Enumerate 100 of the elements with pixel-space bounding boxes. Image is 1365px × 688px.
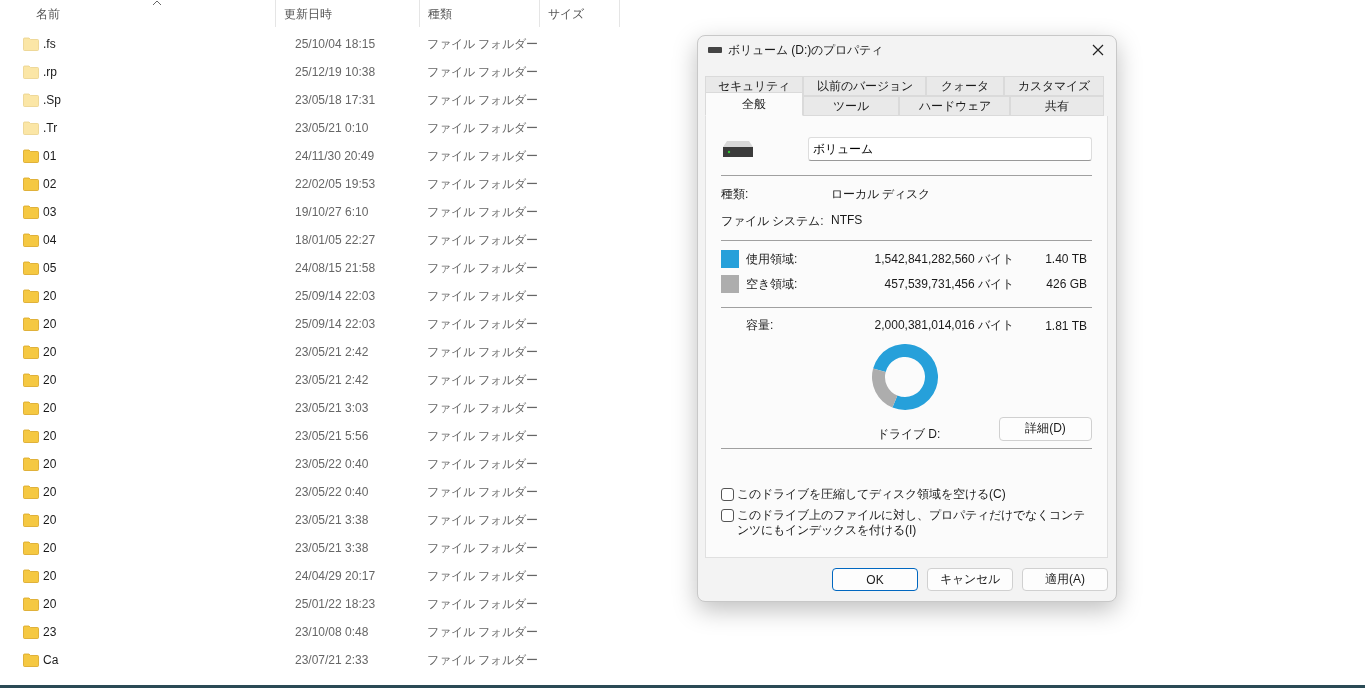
file-type: ファイル フォルダー <box>427 651 539 669</box>
file-type: ファイル フォルダー <box>427 35 539 53</box>
modified-date: 23/05/21 3:38 <box>294 541 370 555</box>
info-value: ローカル ディスク <box>831 186 931 203</box>
modified-date: 23/05/21 3:38 <box>294 513 370 527</box>
modified-date: 23/05/18 17:31 <box>294 93 377 107</box>
file-type: ファイル フォルダー <box>427 483 539 501</box>
file-name[interactable]: .fs <box>43 37 56 51</box>
drive-icon <box>708 47 722 53</box>
checkbox-label: このドライブ上のファイルに対し、プロパティだけでなくコンテンツにもインデックスを付ける(I) <box>737 508 1086 538</box>
size-value: 426 GB <box>1045 277 1088 291</box>
file-type: ファイル フォルダー <box>427 511 539 529</box>
checkbox-label: このドライブを圧縮してディスク領域を空ける(C) <box>737 487 1006 502</box>
file-name[interactable]: .rp <box>43 65 57 79</box>
modified-date: 25/12/19 10:38 <box>294 65 377 79</box>
file-type: ファイル フォルダー <box>427 595 539 613</box>
file-name[interactable]: 01 <box>43 149 57 163</box>
file-name[interactable]: .Tr <box>43 121 58 135</box>
column-header[interactable]: サイズ <box>540 0 620 27</box>
modified-date: 23/05/21 2:42 <box>294 345 370 359</box>
modified-date: 25/09/14 22:03 <box>294 317 377 331</box>
dialog-button[interactable]: 適用(A) <box>1022 568 1108 591</box>
byte-count: 457,539,731,456 バイト <box>883 275 1014 293</box>
details-button[interactable]: 詳細(D) <box>999 416 1092 441</box>
file-name[interactable]: 20 <box>43 541 57 555</box>
file-type: ファイル フォルダー <box>427 63 539 81</box>
file-name[interactable]: 03 <box>43 205 57 219</box>
file-name[interactable]: 20 <box>43 429 57 443</box>
tab[interactable]: カスタマイズ <box>1004 76 1104 96</box>
file-name[interactable]: Ca <box>43 653 59 667</box>
file-type: ファイル フォルダー <box>427 203 539 221</box>
info-value: NTFS <box>831 213 863 229</box>
modified-date: 23/05/21 0:10 <box>294 121 370 135</box>
size-value: 1.40 TB <box>1044 252 1088 266</box>
byte-count: 1,542,841,282,560 バイト <box>873 250 1014 268</box>
file-name[interactable]: 23 <box>43 625 57 639</box>
dialog-title: ボリューム (D:)のプロパティ <box>728 41 885 59</box>
file-name[interactable]: 20 <box>43 317 57 331</box>
file-name[interactable]: 20 <box>43 401 57 415</box>
column-header[interactable]: 更新日時 <box>276 0 420 27</box>
file-type: ファイル フォルダー <box>427 315 539 333</box>
space-label: 使用領域: <box>746 250 799 268</box>
modified-date: 18/01/05 22:27 <box>294 233 377 247</box>
modified-date: 23/05/21 5:56 <box>294 429 370 443</box>
checkbox[interactable] <box>721 488 734 501</box>
column-header[interactable]: 名前 <box>0 0 276 27</box>
sort-caret-icon <box>151 0 162 6</box>
modified-date: 23/05/21 2:42 <box>294 373 370 387</box>
file-type: ファイル フォルダー <box>427 147 539 165</box>
file-type: ファイル フォルダー <box>427 623 539 641</box>
modified-date: 23/10/08 0:48 <box>294 625 370 639</box>
file-name[interactable]: 20 <box>43 289 57 303</box>
modified-date: 22/02/05 19:53 <box>294 177 377 191</box>
column-header[interactable]: 種類 <box>420 0 540 27</box>
file-name[interactable]: 20 <box>43 485 57 499</box>
file-name[interactable]: 20 <box>43 373 57 387</box>
size-value: 1.81 TB <box>1044 318 1088 333</box>
file-type: ファイル フォルダー <box>427 539 539 557</box>
dialog-button[interactable]: キャンセル <box>927 568 1013 591</box>
modified-date: 23/05/22 0:40 <box>294 485 370 499</box>
modified-date: 23/07/21 2:33 <box>294 653 370 667</box>
close-icon[interactable] <box>1092 44 1104 56</box>
file-type: ファイル フォルダー <box>427 567 539 585</box>
capacity-label: 容量: <box>745 317 775 334</box>
file-name[interactable]: 20 <box>43 569 57 583</box>
file-type: ファイル フォルダー <box>427 175 539 193</box>
volume-name-field[interactable]: ボリューム <box>808 137 1092 161</box>
tab[interactable]: ツール <box>803 96 899 116</box>
tab[interactable]: 全般 <box>705 92 803 116</box>
space-label: 空き領域: <box>746 275 799 293</box>
file-name[interactable]: 02 <box>43 177 57 191</box>
file-name[interactable]: 04 <box>43 233 57 247</box>
tab[interactable]: クォータ <box>926 76 1004 96</box>
file-name[interactable]: 20 <box>43 597 57 611</box>
file-type: ファイル フォルダー <box>427 399 539 417</box>
info-label: ファイル システム: <box>721 213 825 230</box>
file-name[interactable]: 20 <box>43 513 57 527</box>
info-label: 種類: <box>721 186 750 203</box>
tab[interactable]: ハードウェア <box>899 96 1010 116</box>
file-type: ファイル フォルダー <box>427 371 539 389</box>
file-type: ファイル フォルダー <box>427 455 539 473</box>
hard-drive-icon <box>723 141 753 157</box>
checkbox[interactable] <box>721 509 734 522</box>
file-name[interactable]: .Sp <box>43 93 61 107</box>
modified-date: 24/04/29 20:17 <box>294 569 377 583</box>
file-type: ファイル フォルダー <box>427 91 539 109</box>
modified-date: 24/11/30 20:49 <box>294 149 376 163</box>
file-type: ファイル フォルダー <box>427 287 539 305</box>
modified-date: 25/01/22 18:23 <box>294 597 377 611</box>
file-name[interactable]: 05 <box>43 261 57 275</box>
tab[interactable]: 共有 <box>1010 96 1104 116</box>
dialog-button[interactable]: OK <box>832 568 918 591</box>
modified-date: 19/10/27 6:10 <box>294 205 370 219</box>
modified-date: 23/05/21 3:03 <box>294 401 370 415</box>
file-name[interactable]: 20 <box>43 457 57 471</box>
tab[interactable]: 以前のバージョン <box>803 76 926 96</box>
file-type: ファイル フォルダー <box>427 427 539 445</box>
file-type: ファイル フォルダー <box>427 119 539 137</box>
modified-date: 25/09/14 22:03 <box>294 289 377 303</box>
file-name[interactable]: 20 <box>43 345 57 359</box>
